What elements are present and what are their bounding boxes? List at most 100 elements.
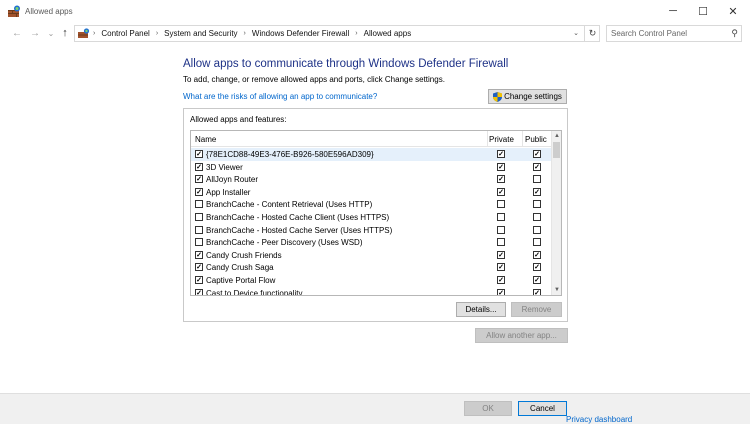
app-row[interactable]: App Installer	[191, 186, 553, 199]
private-network-checkbox[interactable]	[497, 150, 505, 158]
firewall-app-icon	[8, 5, 20, 17]
public-network-checkbox[interactable]	[533, 238, 541, 247]
public-network-checkbox[interactable]	[533, 150, 541, 158]
private-network-checkbox[interactable]	[497, 187, 505, 196]
app-name-label: BranchCache - Content Retrieval (Uses HT…	[206, 200, 373, 210]
public-network-checkbox[interactable]	[533, 200, 541, 209]
forward-arrow-icon[interactable]: →	[28, 26, 42, 40]
app-enabled-checkbox[interactable]	[195, 200, 203, 209]
navigation-bar: ← → ⌄ ↑ › Control Panel › System and Sec…	[0, 24, 750, 44]
private-network-checkbox[interactable]	[497, 200, 505, 209]
column-divider[interactable]	[522, 131, 523, 147]
private-network-checkbox[interactable]	[497, 225, 505, 234]
breadcrumb-separator-icon[interactable]: ›	[156, 30, 158, 37]
minimize-button[interactable]: ─	[658, 0, 688, 22]
private-network-checkbox[interactable]	[497, 212, 505, 221]
app-enabled-checkbox[interactable]	[195, 150, 203, 158]
app-row[interactable]: Candy Crush Friends	[191, 249, 553, 262]
private-network-checkbox[interactable]	[497, 175, 505, 184]
app-enabled-checkbox[interactable]	[195, 238, 203, 247]
app-row[interactable]: Captive Portal Flow	[191, 274, 553, 287]
app-enabled-checkbox[interactable]	[195, 225, 203, 234]
app-name-label: {78E1CD88-49E3-476E-B926-580E596AD309}	[206, 150, 374, 159]
breadcrumb-separator-icon: ›	[93, 30, 96, 37]
firewall-breadcrumb-icon	[78, 28, 90, 38]
app-row[interactable]: Cast to Device functionality	[191, 287, 553, 296]
private-network-checkbox[interactable]	[497, 288, 505, 295]
app-row[interactable]: BranchCache - Content Retrieval (Uses HT…	[191, 198, 553, 211]
search-box[interactable]: ⚲	[606, 25, 742, 42]
private-network-checkbox[interactable]	[497, 162, 505, 171]
privacy-dashboard-link[interactable]: Privacy dashboard	[566, 415, 632, 424]
maximize-button[interactable]: ☐	[688, 0, 718, 22]
app-row[interactable]: BranchCache - Hosted Cache Server (Uses …	[191, 224, 553, 237]
recent-locations-chevron-icon[interactable]: ⌄	[44, 26, 58, 40]
column-header-name[interactable]: Name	[195, 135, 216, 144]
public-network-checkbox[interactable]	[533, 250, 541, 259]
uac-shield-icon	[493, 91, 503, 102]
breadcrumb-separator-icon[interactable]: ›	[355, 30, 357, 37]
breadcrumb-control-panel[interactable]: Control Panel	[101, 29, 149, 38]
app-enabled-checkbox[interactable]	[195, 162, 203, 171]
address-dropdown-chevron-icon[interactable]: ⌄	[573, 29, 579, 37]
window-title: Allowed apps	[25, 7, 73, 16]
app-enabled-checkbox[interactable]	[195, 212, 203, 221]
up-arrow-icon[interactable]: ↑	[58, 26, 72, 40]
allowed-apps-list[interactable]: Name Private Public {78E1CD88-49E3-476E-…	[190, 130, 562, 296]
public-network-checkbox[interactable]	[533, 225, 541, 234]
app-row[interactable]: 3D Viewer	[191, 161, 553, 174]
public-network-checkbox[interactable]	[533, 263, 541, 272]
app-name-label: Cast to Device functionality	[206, 288, 303, 296]
app-row[interactable]: {78E1CD88-49E3-476E-B926-580E596AD309}	[191, 148, 553, 161]
app-name-label: App Installer	[206, 187, 251, 197]
app-enabled-checkbox[interactable]	[195, 263, 203, 272]
public-network-checkbox[interactable]	[533, 175, 541, 184]
app-name-label: BranchCache - Hosted Cache Server (Uses …	[206, 225, 393, 235]
remove-button[interactable]: Remove	[511, 302, 562, 317]
risks-help-link[interactable]: What are the risks of allowing an app to…	[183, 92, 377, 101]
column-divider[interactable]	[487, 131, 488, 147]
details-button[interactable]: Details...	[456, 302, 506, 317]
breadcrumb-allowed-apps[interactable]: Allowed apps	[364, 29, 412, 38]
close-button[interactable]: ✕	[718, 0, 748, 22]
public-network-checkbox[interactable]	[533, 288, 541, 295]
scroll-down-arrow-icon[interactable]: ▼	[552, 285, 561, 295]
scroll-up-arrow-icon[interactable]: ▲	[552, 131, 561, 141]
breadcrumb-separator-icon[interactable]: ›	[244, 30, 246, 37]
public-network-checkbox[interactable]	[533, 162, 541, 171]
search-icon[interactable]: ⚲	[731, 28, 738, 39]
change-settings-button[interactable]: Change settings	[488, 89, 567, 104]
app-row[interactable]: BranchCache - Hosted Cache Client (Uses …	[191, 211, 553, 224]
app-enabled-checkbox[interactable]	[195, 175, 203, 184]
allow-another-app-button[interactable]: Allow another app...	[475, 328, 568, 343]
private-network-checkbox[interactable]	[497, 263, 505, 272]
app-enabled-checkbox[interactable]	[195, 288, 203, 295]
app-row[interactable]: AllJoyn Router	[191, 173, 553, 186]
address-bar[interactable]: › Control Panel › System and Security › …	[74, 25, 600, 42]
app-enabled-checkbox[interactable]	[195, 187, 203, 196]
column-header-public[interactable]: Public	[525, 135, 547, 144]
ok-button[interactable]: OK	[464, 401, 512, 416]
back-arrow-icon[interactable]: ←	[10, 26, 24, 40]
app-name-label: 3D Viewer	[206, 162, 243, 172]
app-enabled-checkbox[interactable]	[195, 250, 203, 259]
private-network-checkbox[interactable]	[497, 238, 505, 247]
private-network-checkbox[interactable]	[497, 250, 505, 259]
breadcrumb-system-and-security[interactable]: System and Security	[164, 29, 237, 38]
private-network-checkbox[interactable]	[497, 275, 505, 284]
dialog-footer: Privacy dashboard OK Cancel	[0, 393, 750, 424]
app-row[interactable]: Candy Crush Saga	[191, 261, 553, 274]
scrollbar-thumb[interactable]	[553, 142, 560, 158]
public-network-checkbox[interactable]	[533, 212, 541, 221]
app-name-label: Candy Crush Friends	[206, 250, 282, 260]
cancel-button[interactable]: Cancel	[518, 401, 567, 416]
list-vertical-scrollbar[interactable]: ▲ ▼	[551, 131, 561, 295]
app-row[interactable]: BranchCache - Peer Discovery (Uses WSD)	[191, 236, 553, 249]
public-network-checkbox[interactable]	[533, 275, 541, 284]
column-header-private[interactable]: Private	[489, 135, 514, 144]
public-network-checkbox[interactable]	[533, 187, 541, 196]
app-enabled-checkbox[interactable]	[195, 275, 203, 284]
breadcrumb-windows-defender-firewall[interactable]: Windows Defender Firewall	[252, 29, 349, 38]
search-input[interactable]	[611, 28, 723, 39]
refresh-icon[interactable]: ↻	[584, 25, 600, 42]
